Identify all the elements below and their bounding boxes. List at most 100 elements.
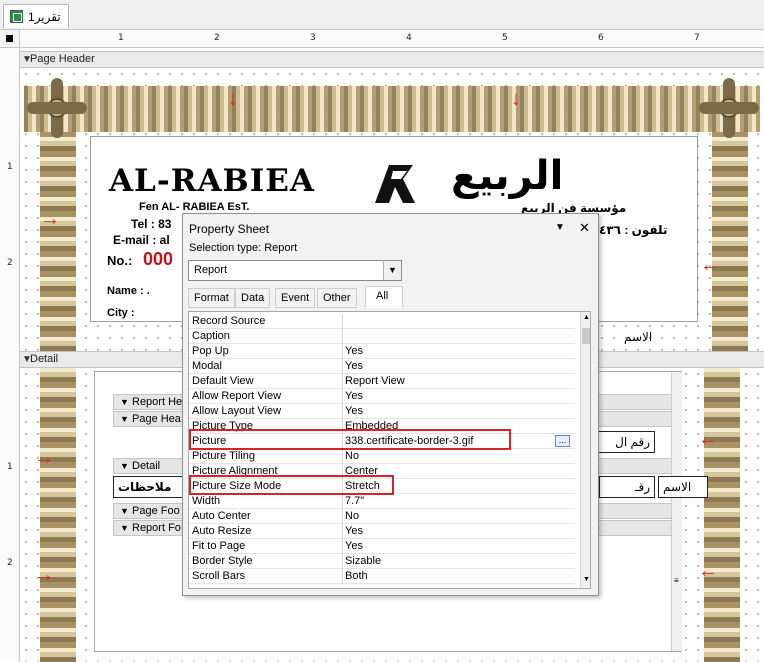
property-row[interactable]: Auto Resize Yes [189, 524, 575, 539]
red-arrow-left-icon: ← [700, 254, 720, 276]
build-button[interactable]: ... [555, 435, 570, 447]
logo-phone-ar: تلفون : ٤٣٦ [599, 223, 668, 237]
tab-all[interactable]: All [365, 286, 403, 308]
property-value[interactable]: No [345, 510, 359, 522]
section-label: Page Header [30, 53, 95, 65]
highlight-box [189, 475, 394, 495]
object-selector-combo[interactable]: Report ▼ [188, 260, 402, 281]
red-arrow-right-icon: → [40, 208, 60, 230]
ruler-label: 2 [214, 33, 220, 43]
section-arrow-icon: ▼ [120, 461, 129, 471]
section-label: Detail [132, 460, 161, 472]
section-arrow-icon: ▼ [120, 397, 129, 407]
property-value[interactable]: 7.7" [345, 495, 364, 507]
property-row[interactable]: Picture Tiling No [189, 449, 575, 464]
property-row[interactable]: Auto Center No [189, 509, 575, 524]
property-row[interactable]: Caption [189, 329, 575, 344]
document-tab-label: تقرير1 [28, 10, 61, 24]
property-sheet-title: Property Sheet [189, 222, 270, 236]
property-value[interactable]: Yes [345, 390, 363, 402]
object-selector-value: Report [194, 264, 228, 276]
ornamental-border-left [40, 368, 76, 662]
ruler-label: 2 [7, 558, 13, 568]
red-arrow-down-icon: ↓ [511, 88, 521, 110]
property-value[interactable]: Yes [345, 345, 363, 357]
property-value[interactable]: Yes [345, 525, 363, 537]
section-arrow-icon: ▼ [120, 506, 129, 516]
property-grid[interactable]: Record Source Caption Pop Up Yes Modal Yes… [188, 311, 591, 589]
section-label: Page Hea [132, 413, 181, 425]
property-value[interactable]: Yes [345, 405, 363, 417]
property-grid-scrollbar[interactable]: ▲ ▼ [580, 312, 590, 588]
logo-arabic-text: الربيع [451, 154, 564, 198]
document-tab[interactable]: تقرير1 [3, 4, 69, 28]
notes-field[interactable]: ملاحظات [113, 476, 189, 498]
section-label: Report He [132, 396, 183, 408]
selection-type-label: Selection type: Report [189, 242, 298, 254]
section-label: Report Fo [132, 522, 181, 534]
tab-data[interactable]: Data [235, 288, 271, 308]
name-label: Name : . [107, 285, 150, 297]
section-arrow-icon: ▼ [120, 414, 129, 424]
property-row[interactable]: Fit to Page Yes [189, 539, 575, 554]
property-value[interactable]: Sizable [345, 555, 381, 567]
detail-field[interactable]: رقـ [599, 476, 655, 498]
logo-tel: Tel : 83 [131, 217, 172, 231]
ruler-label: 4 [406, 33, 412, 43]
chevron-down-icon[interactable]: ▼ [383, 261, 401, 280]
tab-other[interactable]: Other [317, 288, 357, 308]
ruler-label: 1 [118, 33, 124, 43]
ruler-label: 7 [694, 33, 700, 43]
property-name: Caption [192, 330, 230, 342]
ornamental-border-left [40, 132, 76, 351]
report-icon [10, 10, 23, 23]
property-row[interactable]: Allow Layout View Yes [189, 404, 575, 419]
property-value[interactable]: Report View [345, 375, 405, 387]
scroll-up-icon[interactable]: ▲ [583, 314, 590, 321]
page-header-section-bar[interactable]: ▼ Page Header [20, 51, 764, 68]
field-text: الاسم [663, 480, 692, 494]
close-icon[interactable]: ✕ [579, 220, 590, 236]
field-text: رقـ [634, 480, 650, 494]
property-name: Fit to Page [192, 540, 246, 552]
section-arrow-icon: ▼ [120, 523, 129, 533]
tab-event[interactable]: Event [275, 288, 316, 308]
property-value[interactable]: Both [345, 570, 368, 582]
ism-label: الاسم [624, 330, 653, 344]
property-row[interactable]: Record Source [189, 314, 575, 329]
logo-subline-en: Fen AL- RABIEA EsT. [139, 201, 250, 213]
property-row[interactable]: Allow Report View Yes [189, 389, 575, 404]
property-row[interactable]: Border Style Sizable [189, 554, 575, 569]
ruler-label: 5 [502, 33, 508, 43]
property-row[interactable]: Scroll Bars Both [189, 569, 575, 584]
property-name: Border Style [192, 555, 253, 567]
panel-menu-chevron-icon[interactable]: ▼ [555, 222, 565, 233]
number-label: No.: [107, 253, 133, 268]
corner-ornament-icon [697, 76, 761, 140]
select-report-button[interactable] [0, 30, 20, 48]
property-row[interactable]: Width 7.7" [189, 494, 575, 509]
property-name: Modal [192, 360, 222, 372]
vertical-ruler[interactable]: 1 2 1 2 [0, 48, 20, 662]
property-sheet-panel[interactable]: Property Sheet ▼ ✕ Selection type: Repor… [182, 213, 599, 596]
horizontal-ruler[interactable]: 1 2 3 4 5 6 7 [20, 30, 764, 48]
section-label: Page Foo [132, 505, 180, 517]
ornamental-border-top [24, 86, 760, 132]
property-name: Auto Resize [192, 525, 252, 537]
red-arrow-right-icon: → [34, 564, 54, 586]
property-name: Record Source [192, 315, 266, 327]
subreport-scrollbar[interactable]: ≡ [671, 372, 682, 651]
property-value[interactable]: Yes [345, 540, 363, 552]
property-name: Allow Layout View [192, 405, 282, 417]
property-name: Auto Center [192, 510, 251, 522]
property-value[interactable]: Yes [345, 360, 363, 372]
ism-field[interactable]: الاسم [658, 476, 708, 498]
ruler-label: 6 [598, 33, 604, 43]
property-value[interactable]: No [345, 450, 359, 462]
property-row[interactable]: Modal Yes [189, 359, 575, 374]
property-row[interactable]: Pop Up Yes [189, 344, 575, 359]
tab-format[interactable]: Format [188, 288, 235, 308]
property-row[interactable]: Default View Report View [189, 374, 575, 389]
scroll-thumb[interactable] [582, 328, 590, 344]
scroll-down-icon[interactable]: ▼ [583, 576, 590, 583]
